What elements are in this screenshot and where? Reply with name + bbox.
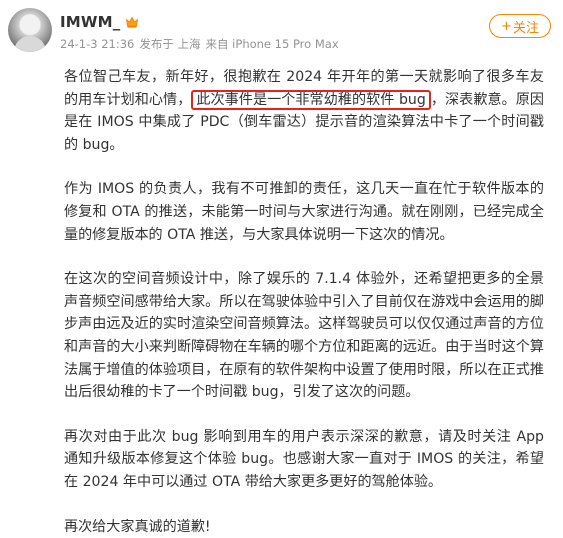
username[interactable]: IMWM_ bbox=[60, 13, 120, 31]
paragraph-spacer bbox=[64, 246, 544, 268]
follow-button-label: 关注 bbox=[513, 17, 539, 36]
username-row: IMWM_ bbox=[60, 11, 139, 33]
post-paragraph-4: 再次对由于此次 bug 影响到用车的用户表示深深的歉意，请及时关注 App 通知… bbox=[64, 426, 544, 494]
paragraph-spacer bbox=[64, 404, 544, 426]
post-time[interactable]: 24-1-3 21:36 bbox=[60, 37, 134, 51]
crown-badge-icon bbox=[125, 15, 139, 29]
paragraph-spacer bbox=[64, 156, 544, 178]
avatar-shoulders bbox=[14, 36, 46, 52]
avatar[interactable] bbox=[8, 8, 52, 52]
post-paragraph-1: 各位智己车友，新年好，很抱歉在 2024 年开年的第一天就影响了很多车友的用车计… bbox=[64, 66, 544, 156]
paragraph-spacer bbox=[64, 494, 544, 516]
post-device: 来自 iPhone 15 Pro Max bbox=[206, 37, 339, 51]
follow-button[interactable]: +关注 bbox=[489, 14, 551, 38]
post-paragraph-2: 作为 IMOS 的负责人，我有不可推卸的责任，这几天一直在忙于软件版本的修复和 … bbox=[64, 178, 544, 246]
post-paragraph-3: 在这次的空间音频设计中，除了娱乐的 7.1.4 体验外，还希望把更多的全景声音频… bbox=[64, 268, 544, 404]
post-body: 各位智己车友，新年好，很抱歉在 2024 年开年的第一天就影响了很多车友的用车计… bbox=[64, 66, 544, 538]
plus-icon: + bbox=[501, 19, 512, 34]
post-meta: 24-1-3 21:36 发布于 上海来自 iPhone 15 Pro Max bbox=[60, 36, 344, 52]
post-location: 发布于 上海 bbox=[139, 37, 200, 51]
post-paragraph-5: 再次给大家真诚的道歉! bbox=[64, 516, 544, 538]
highlighted-phrase: 此次事件是一个非常幼稚的软件 bug bbox=[191, 90, 430, 110]
